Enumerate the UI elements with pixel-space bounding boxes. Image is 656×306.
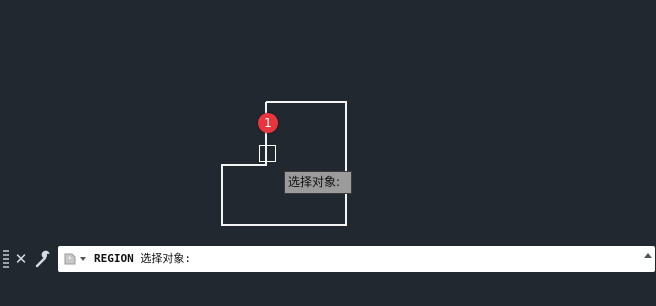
history-scroll-up-button[interactable] <box>644 253 652 258</box>
command-input[interactable]: REGION 选择对象: <box>58 246 655 272</box>
status-area <box>0 274 656 306</box>
drawing-canvas[interactable]: 1 选择对象: <box>0 0 656 244</box>
command-text: REGION 选择对象: <box>94 246 191 272</box>
command-prompt: 选择对象: <box>133 252 191 265</box>
recent-commands-icon[interactable] <box>62 250 90 268</box>
pickbox-cursor <box>259 145 276 162</box>
closed-polyline-shape[interactable] <box>221 101 347 226</box>
command-name: REGION <box>94 252 134 265</box>
close-icon[interactable]: ✕ <box>13 249 29 269</box>
step-marker-badge: 1 <box>258 113 278 133</box>
drag-grip-handle[interactable] <box>3 250 9 268</box>
dynamic-input-tooltip: 选择对象: <box>284 171 352 194</box>
command-line-bar: ✕ REGION 选择对象: <box>0 246 656 272</box>
drawing-geometry <box>221 101 347 226</box>
wrench-icon[interactable] <box>34 249 54 269</box>
